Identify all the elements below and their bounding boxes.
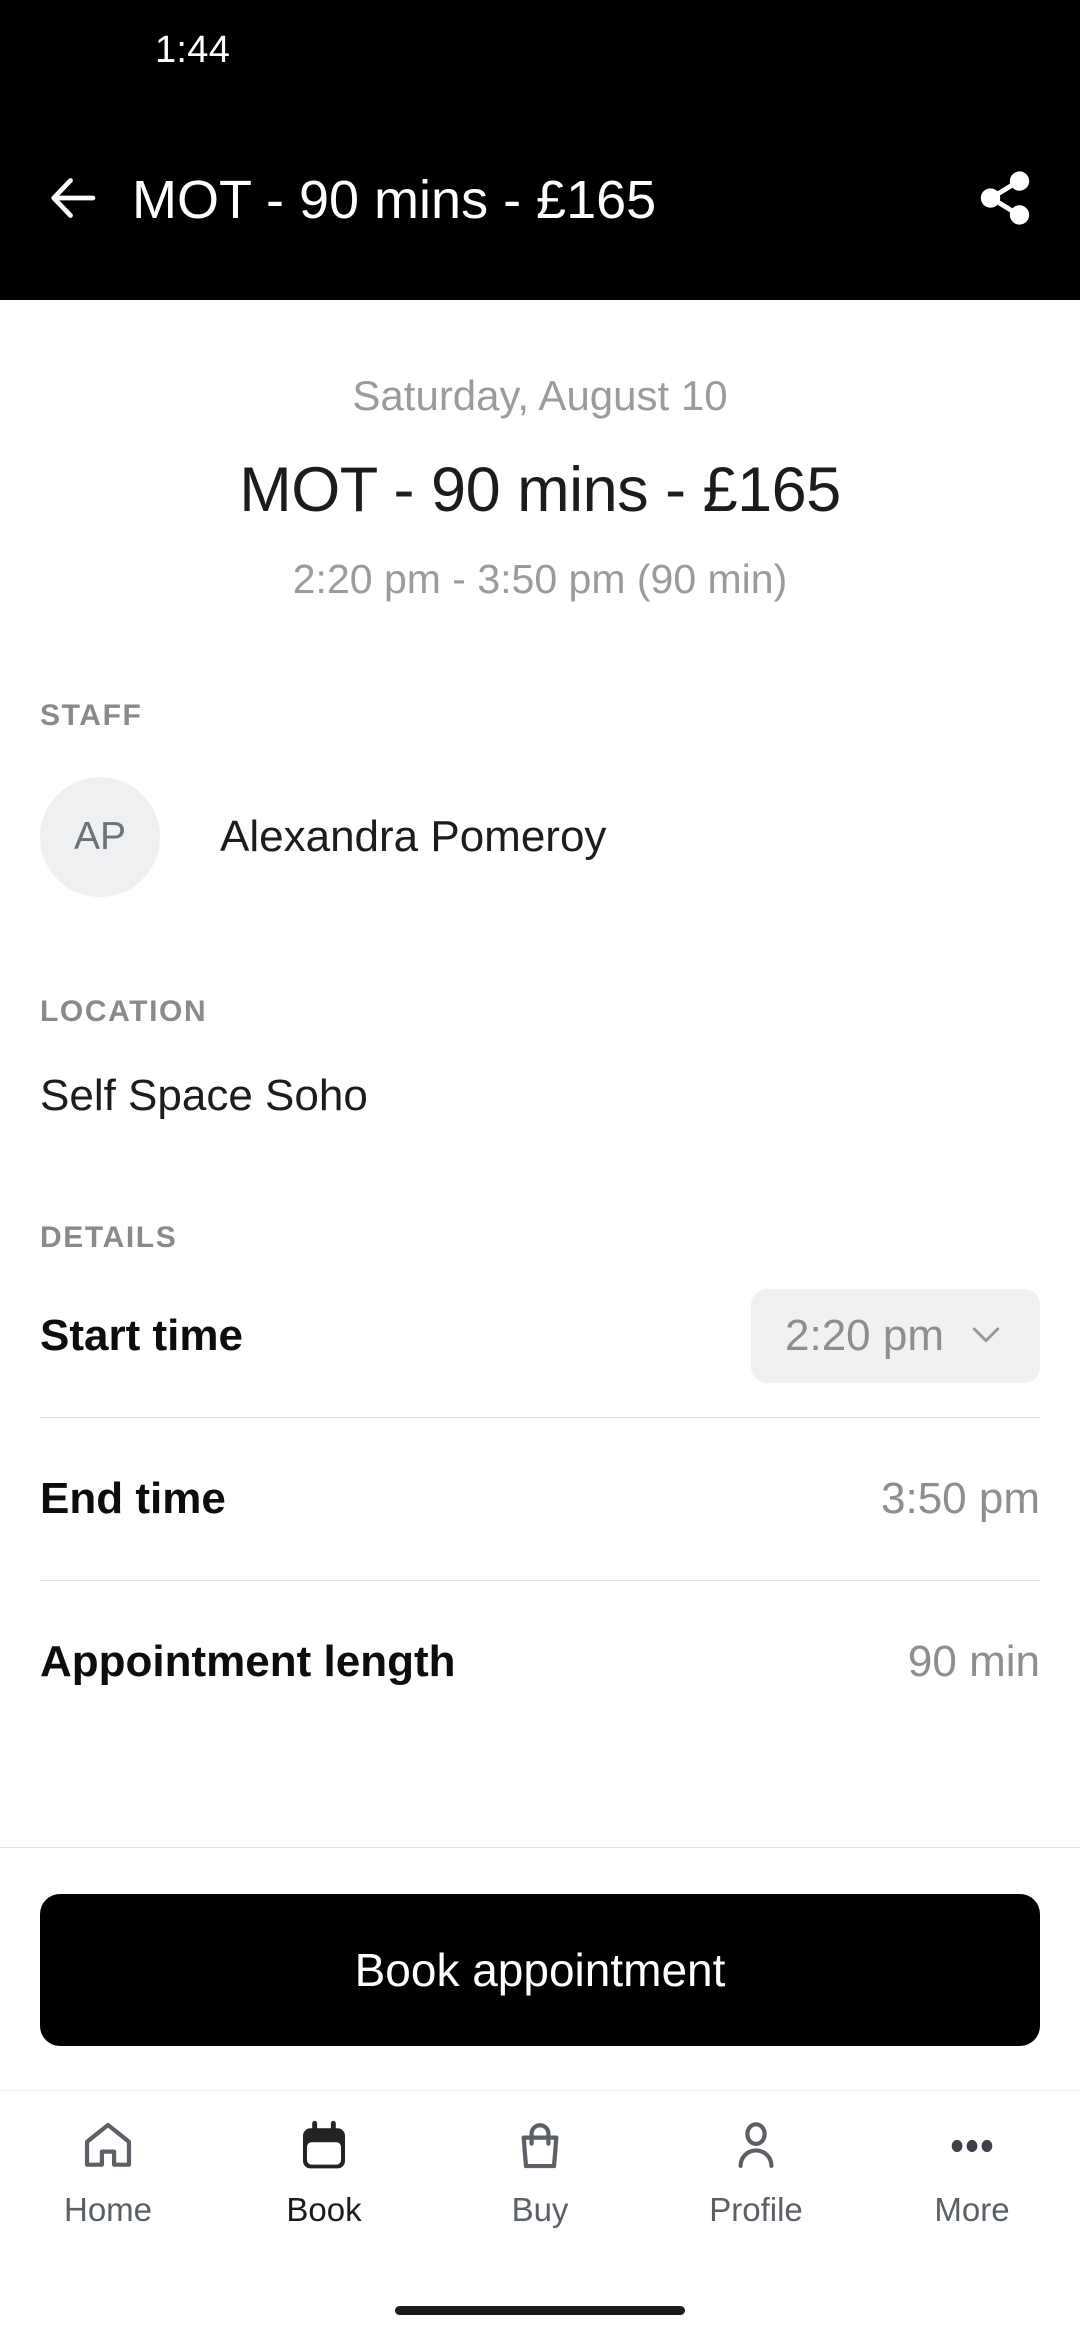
nav-item-home[interactable]: Home [0,2115,216,2229]
app-screen: 1:44 MOT - 90 mins - £165 Saturday, Augu… [0,0,1080,2340]
calendar-icon [296,2115,352,2177]
chevron-down-icon [966,1314,1006,1359]
nav-label: More [934,2191,1010,2228]
detail-key: Start time [40,1311,243,1360]
app-bar: MOT - 90 mins - £165 [0,100,1080,300]
app-bar-title: MOT - 90 mins - £165 [132,170,657,230]
arrow-left-icon [43,168,103,233]
detail-key: End time [40,1474,226,1523]
start-time-dropdown[interactable]: 2:20 pm [751,1289,1040,1383]
nav-label: Profile [709,2191,803,2228]
avatar: AP [40,777,160,897]
staff-section: STAFF AP Alexandra Pomeroy [0,699,1080,897]
appointment-time-range: 2:20 pm - 3:50 pm (90 min) [292,556,788,602]
staff-row[interactable]: AP Alexandra Pomeroy [0,777,1080,897]
appointment-title: MOT - 90 mins - £165 [239,455,841,525]
nav-item-profile[interactable]: Profile [648,2115,864,2229]
detail-row-start-time: Start time 2:20 pm [0,1255,1080,1417]
start-time-value: 2:20 pm [785,1311,944,1360]
main-content: Saturday, August 10 MOT - 90 mins - £165… [0,300,1080,1847]
nav-label: Buy [511,2191,569,2228]
nav-item-book[interactable]: Book [216,2115,432,2229]
nav-label: Book [286,2191,362,2228]
ellipsis-icon [944,2115,1000,2177]
book-appointment-button[interactable]: Book appointment [40,1894,1040,2046]
detail-key: Appointment length [40,1637,456,1686]
status-bar-clock: 1:44 [155,28,231,71]
nav-item-more[interactable]: More [864,2115,1080,2229]
footer-bar: Book appointment [0,1847,1080,2090]
shopping-bag-icon [512,2115,568,2177]
appointment-length-value: 90 min [907,1637,1040,1686]
staff-section-label: STAFF [40,699,143,732]
nav-label: Home [63,2191,153,2228]
location-value: Self Space Soho [40,1071,368,1120]
location-section: LOCATION Self Space Soho [0,995,1080,1121]
details-section: DETAILS Start time 2:20 pm End time 3:50… [0,1221,1080,1743]
end-time-value: 3:50 pm [881,1474,1040,1523]
detail-row-appointment-length: Appointment length 90 min [0,1581,1080,1743]
home-indicator[interactable] [395,2305,685,2315]
home-indicator-area [0,2280,1080,2340]
status-bar: 1:44 [0,0,1080,100]
staff-name: Alexandra Pomeroy [220,812,607,861]
detail-row-end-time: End time 3:50 pm [0,1418,1080,1580]
bottom-navigation: Home Book Buy Profile More [0,2090,1080,2280]
share-icon [976,169,1034,232]
back-button[interactable] [36,163,110,237]
person-icon [728,2115,784,2177]
appointment-hero: Saturday, August 10 MOT - 90 mins - £165… [0,300,1080,603]
share-button[interactable] [968,163,1042,237]
details-section-label: DETAILS [40,1221,178,1254]
location-section-label: LOCATION [40,995,208,1028]
appointment-date: Saturday, August 10 [352,372,728,419]
nav-item-buy[interactable]: Buy [432,2115,648,2229]
home-icon [80,2115,136,2177]
